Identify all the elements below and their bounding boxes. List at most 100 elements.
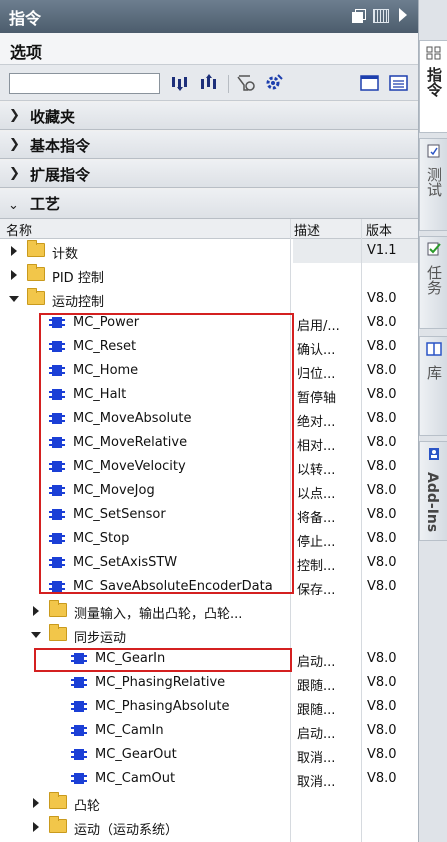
float-window-icon[interactable]	[352, 9, 366, 23]
item-desc: 将备...	[297, 511, 336, 526]
item-desc: 跟随...	[297, 703, 336, 718]
expand-icon[interactable]	[11, 270, 17, 280]
item-version: V8.0	[367, 459, 397, 474]
item-name: 同步运动	[74, 631, 127, 646]
item-desc: 取消...	[297, 775, 336, 790]
instruction-block-icon	[71, 725, 87, 736]
tree-folder-counting[interactable]: 计数 V1.1	[0, 239, 418, 263]
tab-libraries[interactable]: 库	[419, 336, 447, 436]
expand-icon[interactable]	[33, 822, 39, 832]
item-version: V8.0	[367, 675, 397, 690]
item-desc: 停止...	[297, 535, 336, 550]
settings-gear-icon[interactable]	[264, 73, 284, 93]
item-desc: 跟随...	[297, 679, 336, 694]
search-down-icon[interactable]	[170, 73, 190, 93]
instruction-mc-camout[interactable]: MC_CamOut 取消... V8.0	[0, 767, 418, 791]
restore-layout-icon[interactable]	[373, 9, 389, 23]
item-version: V8.0	[367, 291, 397, 306]
options-title: 选项	[10, 43, 43, 62]
section-basic-instructions[interactable]: ❯ 基本指令	[0, 131, 418, 159]
tab-label: Add-Ins	[424, 472, 440, 533]
item-desc: 暂停轴	[297, 391, 337, 406]
expand-icon[interactable]	[33, 798, 39, 808]
instruction-mc-phasingabsolute[interactable]: MC_PhasingAbsolute 跟随... V8.0	[0, 695, 418, 719]
item-version: V8.0	[367, 651, 397, 666]
item-version: V8.0	[367, 411, 397, 426]
item-version: V8.0	[367, 315, 397, 330]
tree-folder-measuring-input[interactable]: 测量输入，输出凸轮，凸轮...	[0, 599, 418, 623]
tree-folder-synchronous-motion[interactable]: 同步运动	[0, 623, 418, 647]
tree-folder-motion-system[interactable]: 运动（运动系统）	[0, 815, 418, 839]
tab-label: 指令	[425, 67, 443, 97]
instruction-mc-gearout[interactable]: MC_GearOut 取消... V8.0	[0, 743, 418, 767]
item-name: MC_PhasingAbsolute	[95, 699, 230, 714]
section-favorites[interactable]: ❯ 收藏夹	[0, 102, 418, 130]
tab-tasks[interactable]: 任务	[419, 236, 447, 329]
search-input[interactable]	[9, 73, 160, 94]
filter-icon[interactable]	[236, 73, 256, 93]
section-extended-instructions[interactable]: ❯ 扩展指令	[0, 160, 418, 188]
item-name: MC_CamOut	[95, 771, 176, 786]
toolbar-separator	[228, 75, 229, 93]
column-version-header[interactable]: 版本	[366, 220, 392, 239]
item-name: MC_PhasingRelative	[95, 675, 226, 690]
chevron-right-icon: ❯	[9, 137, 20, 152]
folder-icon	[27, 240, 45, 257]
tab-label: 库	[425, 365, 443, 380]
panel-titlebar: 指令	[0, 0, 418, 33]
section-technology[interactable]: ⌄ 工艺	[0, 189, 418, 219]
collapse-arrow-icon[interactable]	[399, 8, 407, 22]
item-desc: 确认...	[297, 343, 336, 358]
side-tab-bar: 指令 测试 任务 库 Add-Ins	[418, 0, 447, 842]
section-label: 收藏夹	[30, 108, 76, 126]
item-version: V8.0	[367, 339, 397, 354]
item-name: 运动（运动系统）	[74, 823, 179, 838]
tree-folder-pid[interactable]: PID 控制	[0, 263, 418, 287]
folder-icon	[27, 264, 45, 281]
highlight-box-gearin	[34, 648, 292, 672]
search-up-icon[interactable]	[199, 73, 219, 93]
section-label: 扩展指令	[30, 166, 91, 184]
tab-add-ins[interactable]: Add-Ins	[419, 441, 447, 541]
column-name-header[interactable]: 名称	[6, 220, 32, 239]
chevron-right-icon: ❯	[9, 108, 20, 123]
item-version: V8.0	[367, 747, 397, 762]
item-desc: 启用/...	[297, 319, 340, 334]
column-description-header[interactable]: 描述	[294, 220, 320, 239]
expand-icon[interactable]	[11, 246, 17, 256]
item-version: V8.0	[367, 555, 397, 570]
item-version: V8.0	[367, 579, 397, 594]
item-version: V8.0	[367, 531, 397, 546]
instruction-block-icon	[71, 701, 87, 712]
item-desc: 以点...	[297, 487, 336, 502]
item-version: V8.0	[367, 771, 397, 786]
folder-icon	[49, 624, 67, 641]
tab-testing[interactable]: 测试	[419, 138, 447, 231]
collapse-icon[interactable]	[31, 632, 41, 638]
instruction-mc-phasingrelative[interactable]: MC_PhasingRelative 跟随... V8.0	[0, 671, 418, 695]
item-desc: 取消...	[297, 751, 336, 766]
tree-folder-motion-control[interactable]: 运动控制 V8.0	[0, 287, 418, 311]
grid-icon	[426, 46, 441, 60]
test-icon	[427, 144, 440, 158]
view-list-icon[interactable]	[389, 73, 409, 93]
instruction-block-icon	[71, 749, 87, 760]
section-label: 工艺	[30, 195, 61, 213]
tab-instructions[interactable]: 指令	[419, 40, 447, 133]
options-header[interactable]: 选项	[0, 33, 418, 65]
column-divider	[361, 219, 362, 842]
folder-icon	[49, 792, 67, 809]
item-name: MC_GearOut	[95, 747, 177, 762]
expand-icon[interactable]	[33, 606, 39, 616]
item-desc: 启动...	[297, 655, 336, 670]
collapse-icon[interactable]	[9, 296, 19, 302]
item-version: V8.0	[367, 483, 397, 498]
item-name: MC_CamIn	[95, 723, 164, 738]
instruction-mc-camin[interactable]: MC_CamIn 启动... V8.0	[0, 719, 418, 743]
view-single-icon[interactable]	[360, 73, 380, 93]
section-label: 基本指令	[30, 137, 91, 155]
tree-folder-cam[interactable]: 凸轮	[0, 791, 418, 815]
item-desc: 控制...	[297, 559, 336, 574]
item-version: V8.0	[367, 435, 397, 450]
instruction-block-icon	[71, 677, 87, 688]
